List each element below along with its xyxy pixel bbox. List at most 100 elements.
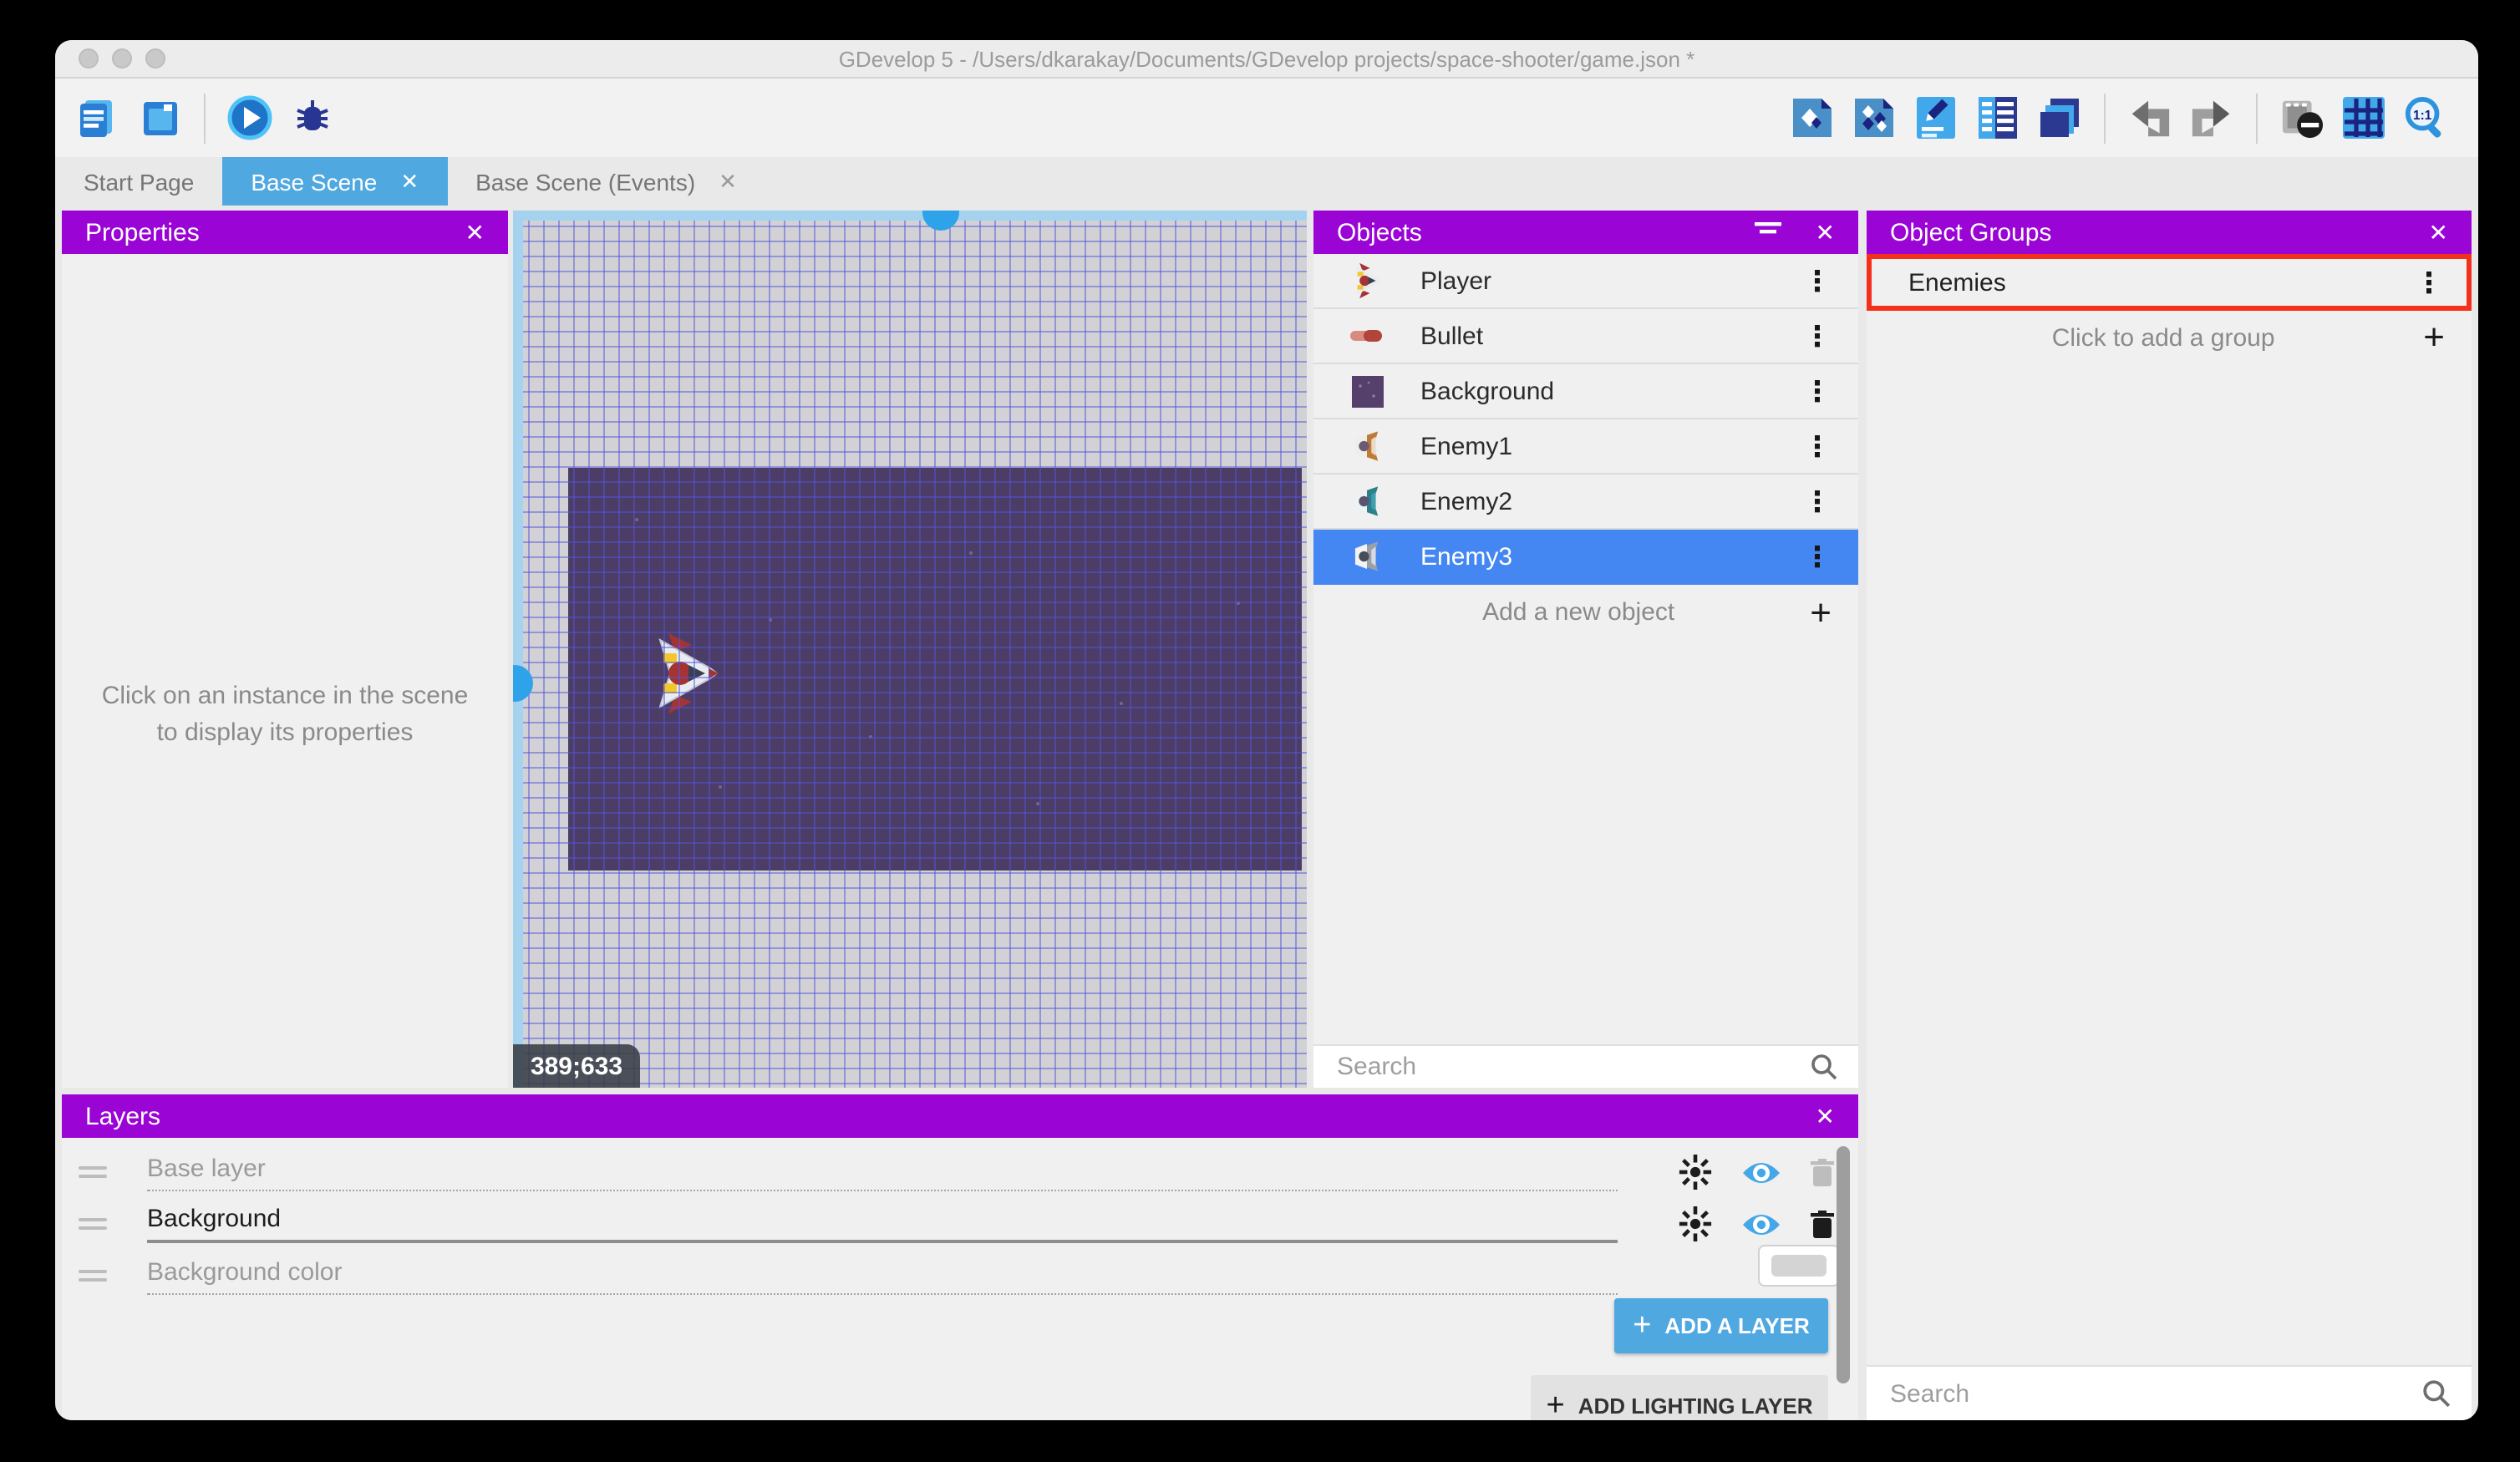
add-object-row[interactable]: Add a new object + bbox=[1313, 585, 1858, 640]
enemy1-object-icon bbox=[1347, 428, 1387, 464]
close-panel-icon[interactable]: ✕ bbox=[1816, 1102, 1835, 1130]
zoom-1-1-icon[interactable]: 1:1 bbox=[2403, 95, 2448, 140]
panel-title: Objects bbox=[1337, 218, 1422, 246]
object-menu-icon[interactable]: ⋮ bbox=[1803, 267, 1832, 295]
project-manager-icon[interactable] bbox=[75, 95, 120, 140]
tab-label: Start Page bbox=[84, 168, 194, 195]
drag-handle-icon[interactable] bbox=[79, 1166, 107, 1178]
group-menu-icon[interactable]: ⋮ bbox=[2415, 268, 2443, 297]
vertical-scrollbar-thumb[interactable] bbox=[513, 665, 533, 702]
delete-layer-icon[interactable] bbox=[1810, 1209, 1835, 1239]
close-window-button[interactable] bbox=[79, 48, 99, 69]
preview-window-icon[interactable] bbox=[137, 95, 182, 140]
object-row-bullet[interactable]: Bullet ⋮ bbox=[1313, 309, 1858, 364]
horizontal-scrollbar-track[interactable] bbox=[513, 211, 1307, 221]
close-tab-icon[interactable]: ✕ bbox=[719, 168, 737, 195]
tab-label: Base Scene (Events) bbox=[475, 168, 695, 195]
object-row-player[interactable]: Player ⋮ bbox=[1313, 254, 1858, 309]
zoom-window-button[interactable] bbox=[145, 48, 165, 69]
add-group-label: Click to add a group bbox=[1903, 323, 2423, 352]
objects-search-input[interactable] bbox=[1334, 1051, 1810, 1083]
add-lighting-layer-button[interactable]: + ADD LIGHTING LAYER bbox=[1531, 1375, 1828, 1420]
layers-scrollbar-thumb[interactable] bbox=[1837, 1146, 1850, 1383]
layer-effects-icon[interactable] bbox=[1678, 1206, 1713, 1241]
object-name: Enemy3 bbox=[1420, 542, 1803, 571]
layer-row-background[interactable]: Background bbox=[62, 1198, 1858, 1250]
layer-effects-icon[interactable] bbox=[1678, 1155, 1713, 1190]
grid-icon[interactable] bbox=[2341, 95, 2386, 140]
plus-icon: + bbox=[1633, 1310, 1651, 1342]
debug-icon[interactable] bbox=[289, 95, 334, 140]
objects-search-bar bbox=[1313, 1044, 1858, 1088]
undo-icon[interactable] bbox=[2127, 95, 2172, 140]
layer-visibility-eye-icon[interactable] bbox=[1741, 1211, 1781, 1237]
object-menu-icon[interactable]: ⋮ bbox=[1803, 487, 1832, 515]
layers-copy-icon[interactable] bbox=[2037, 95, 2082, 140]
object-menu-icon[interactable]: ⋮ bbox=[1803, 542, 1832, 571]
layer-visibility-eye-icon[interactable] bbox=[1741, 1159, 1781, 1185]
editor-tabs: Start Page Base Scene ✕ Base Scene (Even… bbox=[55, 157, 2478, 206]
play-preview-icon[interactable] bbox=[227, 95, 272, 140]
tab-start-page[interactable]: Start Page bbox=[55, 157, 222, 206]
tab-label: Base Scene bbox=[251, 168, 377, 195]
close-tab-icon[interactable]: ✕ bbox=[400, 168, 419, 195]
add-group-plus-icon[interactable]: + bbox=[2423, 319, 2445, 356]
groups-search-input[interactable] bbox=[1887, 1378, 2421, 1409]
layer-name[interactable]: Base layer bbox=[147, 1154, 1618, 1190]
scene-properties-icon[interactable] bbox=[1790, 95, 1835, 140]
object-groups-panel: Object Groups ✕ Enemies ⋮ Click to add a… bbox=[1867, 211, 2472, 1420]
object-row-enemy3-selected[interactable]: Enemy3 ⋮ bbox=[1313, 530, 1858, 585]
object-menu-icon[interactable]: ⋮ bbox=[1803, 322, 1832, 350]
layer-name[interactable]: Background bbox=[147, 1205, 1618, 1243]
search-icon bbox=[2421, 1378, 2451, 1409]
tab-base-scene[interactable]: Base Scene ✕ bbox=[222, 157, 447, 206]
properties-panel: Properties ✕ Click on an instance in the… bbox=[62, 211, 508, 1088]
object-row-enemy1[interactable]: Enemy1 ⋮ bbox=[1313, 419, 1858, 475]
mask-toggle-icon[interactable] bbox=[2279, 95, 2324, 140]
toolbar-left-group bbox=[75, 79, 334, 157]
events-list-icon[interactable] bbox=[1975, 95, 2020, 140]
object-row-enemy2[interactable]: Enemy2 ⋮ bbox=[1313, 475, 1858, 530]
screenshot-stage: GDevelop 5 - /Users/dkarakay/Documents/G… bbox=[0, 0, 2520, 1462]
object-name: Bullet bbox=[1420, 322, 1803, 350]
player-object-icon bbox=[1347, 262, 1387, 299]
enemy3-object-icon bbox=[1347, 538, 1387, 575]
add-layer-button[interactable]: + ADD A LAYER bbox=[1614, 1298, 1828, 1353]
close-panel-icon[interactable]: ✕ bbox=[465, 218, 485, 246]
objects-panel: Objects ✕ Player ⋮ bbox=[1313, 211, 1858, 1088]
minimize-window-button[interactable] bbox=[112, 48, 132, 69]
object-menu-icon[interactable]: ⋮ bbox=[1803, 377, 1832, 405]
vertical-scrollbar-track[interactable] bbox=[513, 211, 523, 1088]
background-color-swatch[interactable] bbox=[1758, 1245, 1840, 1287]
delete-layer-icon-disabled bbox=[1810, 1157, 1835, 1187]
filter-icon[interactable] bbox=[1755, 218, 1782, 246]
horizontal-scrollbar-thumb[interactable] bbox=[922, 211, 959, 231]
object-menu-icon[interactable]: ⋮ bbox=[1803, 432, 1832, 460]
panel-title: Object Groups bbox=[1890, 218, 2051, 246]
toolbar-separator bbox=[2104, 93, 2106, 143]
plus-icon: + bbox=[1547, 1389, 1565, 1420]
layer-name: Background color bbox=[147, 1257, 1618, 1294]
panel-title: Properties bbox=[85, 218, 200, 246]
layers-header: Layers ✕ bbox=[62, 1094, 1858, 1138]
object-row-background[interactable]: Background ⋮ bbox=[1313, 364, 1858, 419]
close-panel-icon[interactable]: ✕ bbox=[2429, 218, 2448, 246]
close-panel-icon[interactable]: ✕ bbox=[1816, 218, 1835, 246]
main-toolbar: 1:1 bbox=[55, 79, 2478, 157]
enemy2-object-icon bbox=[1347, 483, 1387, 520]
tab-base-scene-events[interactable]: Base Scene (Events) ✕ bbox=[447, 157, 765, 206]
object-name: Player bbox=[1420, 267, 1803, 295]
group-row-enemies-highlighted[interactable]: Enemies ⋮ bbox=[1867, 254, 2472, 311]
edit-scene-icon[interactable] bbox=[1913, 95, 1959, 140]
add-group-row[interactable]: Click to add a group + bbox=[1867, 311, 2472, 364]
drag-handle-icon[interactable] bbox=[79, 1218, 107, 1230]
layer-row-base-layer[interactable]: Base layer bbox=[62, 1146, 1858, 1198]
scene-canvas[interactable]: 389;633 bbox=[513, 211, 1307, 1088]
layer-row-background-color[interactable]: Background color bbox=[62, 1250, 1858, 1302]
toolbar-separator bbox=[2256, 93, 2258, 143]
objects-header: Objects ✕ bbox=[1313, 211, 1858, 254]
add-object-plus-icon[interactable]: + bbox=[1810, 594, 1832, 631]
redo-icon[interactable] bbox=[2189, 95, 2234, 140]
player-ship-sprite[interactable] bbox=[652, 632, 719, 715]
objects-doc-icon[interactable] bbox=[1852, 95, 1897, 140]
